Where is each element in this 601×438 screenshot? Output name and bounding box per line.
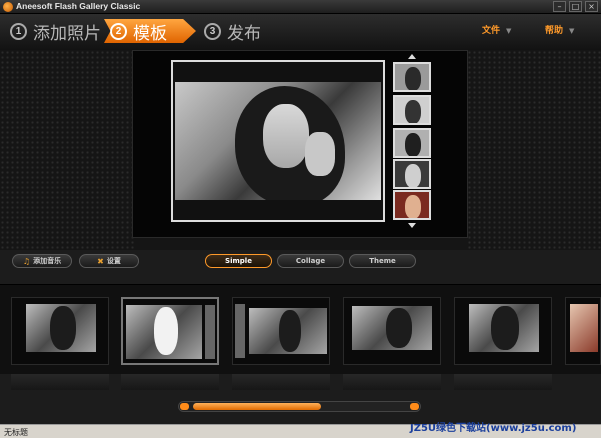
minimize-button[interactable]: – xyxy=(553,1,566,12)
watermark: JZ5U绿色下载站(www.jz5u.com) xyxy=(410,423,577,434)
template-item[interactable] xyxy=(232,297,330,365)
template-item[interactable] xyxy=(454,297,552,365)
template-photo xyxy=(469,304,539,352)
thumbnail-scroll-down-icon[interactable] xyxy=(408,223,416,228)
file-menu[interactable]: 文件 ▼ xyxy=(482,23,511,36)
scroll-left-icon[interactable] xyxy=(180,403,189,410)
maximize-button[interactable]: □ xyxy=(569,1,582,12)
dot-pattern xyxy=(0,50,134,250)
step-publish[interactable]: 3 发布 xyxy=(204,19,261,44)
step-number: 3 xyxy=(204,22,221,40)
template-photo xyxy=(26,304,96,352)
dot-pattern xyxy=(467,50,601,250)
template-reflection xyxy=(121,374,219,390)
thumbnail-1[interactable] xyxy=(393,62,431,92)
style-theme-label: Theme xyxy=(369,257,396,265)
photo-hand xyxy=(305,132,335,176)
template-scrollbar[interactable] xyxy=(178,401,421,412)
template-reflection xyxy=(454,374,552,390)
thumbnail-2[interactable] xyxy=(393,95,431,125)
template-strip xyxy=(0,284,601,374)
scroll-right-icon[interactable] xyxy=(410,403,419,410)
help-menu[interactable]: 帮助 ▼ xyxy=(545,23,574,36)
template-item[interactable] xyxy=(11,297,109,365)
help-menu-label: 帮助 xyxy=(545,26,564,36)
gallery-preview xyxy=(132,50,468,238)
close-button[interactable]: × xyxy=(585,1,598,12)
step-template[interactable]: 2 模板 xyxy=(104,19,196,43)
add-music-label: 添加音乐 xyxy=(33,257,62,265)
template-photo xyxy=(126,305,202,359)
step-header: 1 添加照片 2 模板 3 发布 文件 ▼ 帮助 ▼ xyxy=(0,14,601,50)
status-text: 无标题 xyxy=(4,428,28,437)
style-simple-label: Simple xyxy=(225,257,252,265)
thumbnail-scroll-up-icon[interactable] xyxy=(408,54,416,59)
thumbnail-3[interactable] xyxy=(393,128,431,158)
main-photo xyxy=(175,82,381,200)
scrollbar-thumb[interactable] xyxy=(193,403,321,410)
settings-label: 设置 xyxy=(106,257,121,265)
thumbnail-5[interactable] xyxy=(393,190,431,220)
template-item[interactable] xyxy=(565,297,601,365)
step-label: 添加照片 xyxy=(33,23,101,44)
title-bar: Aneesoft Flash Gallery Classic – □ × xyxy=(0,0,601,14)
chevron-down-icon: ▼ xyxy=(506,27,512,35)
template-item[interactable] xyxy=(343,297,441,365)
app-logo-icon xyxy=(3,2,13,12)
template-item-selected[interactable] xyxy=(121,297,219,365)
add-music-button[interactable]: ♫ 添加音乐 xyxy=(12,254,72,268)
style-collage-label: Collage xyxy=(295,257,326,265)
chevron-down-icon: ▼ xyxy=(569,27,575,35)
template-photo xyxy=(352,306,432,350)
template-reflection xyxy=(11,374,109,390)
step-number: 1 xyxy=(10,22,27,40)
style-simple-button[interactable]: Simple xyxy=(205,254,272,268)
step-label: 模板 xyxy=(133,23,167,44)
window-title: Aneesoft Flash Gallery Classic xyxy=(16,1,141,11)
step-number: 2 xyxy=(110,22,127,40)
style-theme-button[interactable]: Theme xyxy=(349,254,416,268)
template-photo xyxy=(570,304,598,352)
style-collage-button[interactable]: Collage xyxy=(277,254,344,268)
file-menu-label: 文件 xyxy=(482,26,501,36)
template-photo xyxy=(249,308,327,354)
step-label: 发布 xyxy=(227,23,261,44)
settings-button[interactable]: ✖ 设置 xyxy=(79,254,139,268)
tools-icon: ✖ xyxy=(97,256,104,266)
thumbnail-4[interactable] xyxy=(393,159,431,189)
main-photo-frame xyxy=(171,60,385,222)
step-add-photos[interactable]: 1 添加照片 xyxy=(10,19,101,44)
photo-face xyxy=(263,104,309,168)
template-reflection xyxy=(232,374,330,390)
template-reflection xyxy=(343,374,441,390)
music-icon: ♫ xyxy=(22,256,31,266)
